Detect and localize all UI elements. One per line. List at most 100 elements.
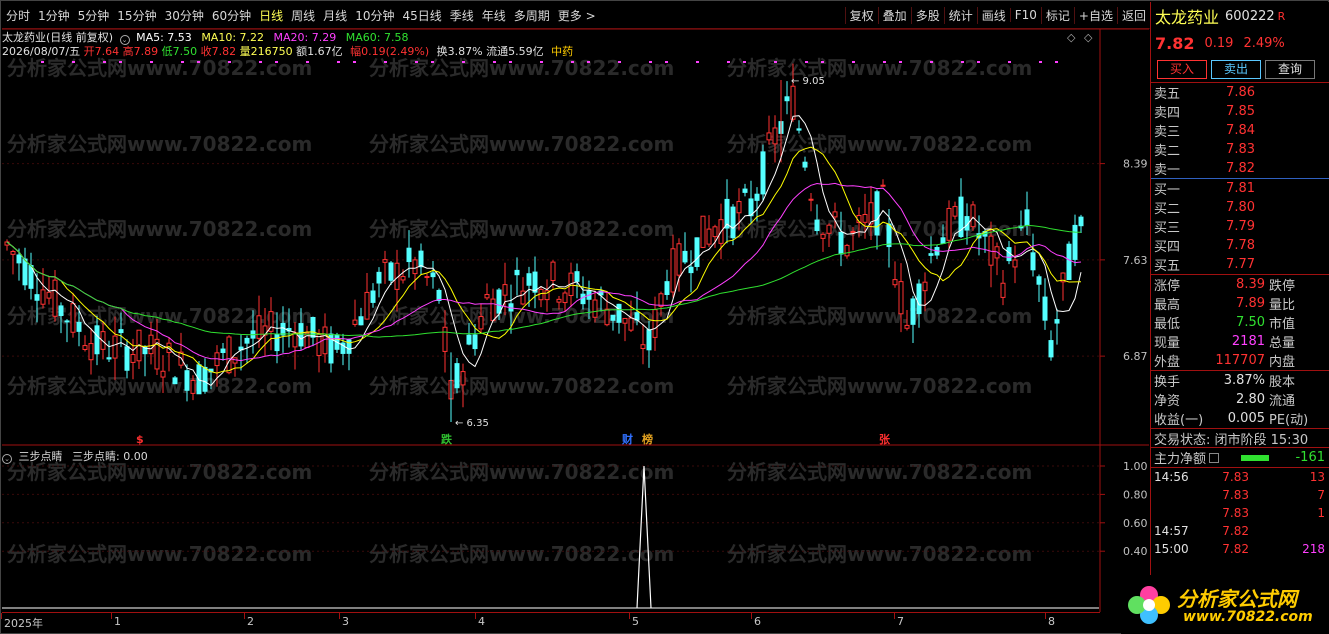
site-logo: 分析家公式网 www.70822.com <box>1121 575 1329 634</box>
candle-body <box>526 273 532 286</box>
ask-row: 卖二 7.83 <box>1151 140 1329 159</box>
bid-price: 7.81 <box>1226 181 1255 196</box>
candle-body <box>784 96 790 102</box>
stat-label-2: 跌停 <box>1269 279 1296 294</box>
candle-body <box>904 324 910 329</box>
candle-body <box>502 284 508 296</box>
candle-body <box>766 132 772 141</box>
sell-button[interactable]: 卖出 <box>1211 59 1261 79</box>
price-tick-label: 6.87 <box>1123 350 1148 363</box>
candle-body <box>640 344 646 349</box>
ask-label: 卖五 <box>1154 87 1181 102</box>
candle-body <box>418 250 424 268</box>
ask-label: 卖四 <box>1154 106 1181 121</box>
candle-body <box>1054 319 1060 324</box>
signal-dot <box>1039 61 1042 63</box>
signal-dot <box>337 61 340 63</box>
candle-body <box>832 211 838 218</box>
candle-body <box>22 258 28 286</box>
candle-body <box>754 193 760 201</box>
event-label: 榜 <box>642 432 653 446</box>
stat-row: 净资 2.80 流通 <box>1151 390 1329 409</box>
candle-body <box>808 198 814 201</box>
candle-body <box>646 329 652 351</box>
flower-logo-icon <box>1128 586 1170 624</box>
stat-value: 0.005 <box>1227 411 1265 426</box>
time-tick-mark <box>751 613 752 619</box>
candle-body <box>10 251 16 255</box>
stat-row: 最低 7.50 市值 <box>1151 313 1329 332</box>
candle-body <box>844 244 850 257</box>
diamond-icon: ◇ <box>1084 31 1093 44</box>
candle-body <box>838 231 844 255</box>
candle-body <box>922 281 928 292</box>
quote-stats: 涨停 8.39 跌停 最高 7.89 量比 最低 7.50 市值 现量 2181 总量 外盘 117707… <box>1151 274 1329 370</box>
candle-body <box>442 326 448 352</box>
signal-dot <box>275 61 278 63</box>
candle-body <box>400 276 406 281</box>
ma20-line <box>6 182 1082 362</box>
signal-dot <box>649 61 652 63</box>
signal-dot <box>415 61 418 63</box>
ask-row: 卖一 7.82 <box>1151 159 1329 178</box>
signal-dot <box>696 61 699 63</box>
trade-row: 7.83 7 <box>1151 486 1329 504</box>
signal-dot <box>181 61 184 63</box>
ind-tick-label: 1.00 <box>1123 460 1148 473</box>
kline-chart[interactable]: 8.39 7.63 6.87 分析家公式网www.70822.com 分析家公式网www… <box>1 1 1150 634</box>
candle-body <box>928 253 934 256</box>
ask-row: 卖四 7.85 <box>1151 102 1329 121</box>
candle-body <box>82 345 88 350</box>
indicator-settings-icon[interactable]: ⌄ <box>2 454 12 464</box>
stat-label: 现量 <box>1154 336 1181 351</box>
stock-name: 太龙药业 <box>1155 8 1220 27</box>
watermark-text: 分析家公式网www.70822.com <box>727 56 1032 80</box>
candle-body <box>880 184 886 187</box>
trade-time: 15:00 <box>1154 542 1189 556</box>
list-icon[interactable] <box>1209 452 1220 463</box>
last-price: 7.82 <box>1155 33 1195 53</box>
time-tick: 3 <box>342 615 349 628</box>
buy-button[interactable]: 买入 <box>1157 59 1207 79</box>
candle-body <box>1078 216 1084 227</box>
bid-row: 买三 7.79 <box>1151 217 1329 236</box>
candle-body <box>892 279 898 286</box>
watermark-text: 分析家公式网www.70822.com <box>369 56 674 80</box>
indicator-line <box>636 465 652 609</box>
signal-dot <box>743 61 746 63</box>
candle-body <box>70 303 76 333</box>
event-label: 跌 <box>441 432 453 446</box>
ask-label: 卖三 <box>1154 125 1181 140</box>
candle-body <box>1048 340 1054 358</box>
signal-dot <box>384 61 387 63</box>
trade-price: 7.83 <box>1222 506 1249 520</box>
signal-dot <box>431 61 434 63</box>
stat-label-2: 流通 <box>1269 394 1296 409</box>
signal-dot <box>774 61 777 63</box>
candle-body <box>436 289 442 301</box>
stat-row: 换手 3.87% 股本 <box>1151 371 1329 390</box>
trade-status-text: 交易状态: 闭市阶段 15:30 <box>1154 432 1309 448</box>
candle-body <box>58 305 64 317</box>
candle-body <box>790 85 796 120</box>
query-button[interactable]: 查询 <box>1265 59 1315 79</box>
ask-price: 7.85 <box>1226 104 1255 119</box>
signal-dot <box>259 61 262 63</box>
time-tick-mark <box>339 613 340 619</box>
bid-row: 买一 7.81 <box>1151 179 1329 198</box>
candle-body <box>496 289 502 314</box>
stat-value: 8.39 <box>1236 277 1265 292</box>
ask-price: 7.86 <box>1226 85 1255 100</box>
candle-body <box>874 191 880 236</box>
margin-tag: R <box>1277 9 1286 23</box>
candle-body <box>694 237 700 267</box>
candle-body <box>736 201 742 214</box>
trade-volume: 7 <box>1317 488 1325 502</box>
candle-body <box>1036 276 1042 285</box>
candle-body <box>706 228 712 245</box>
stat-label-2: 市值 <box>1269 317 1296 332</box>
trade-volume: 1 <box>1317 506 1325 520</box>
candle-body <box>478 316 484 330</box>
stat-label-2: PE(动) <box>1269 413 1309 428</box>
signal-dot <box>821 61 824 63</box>
